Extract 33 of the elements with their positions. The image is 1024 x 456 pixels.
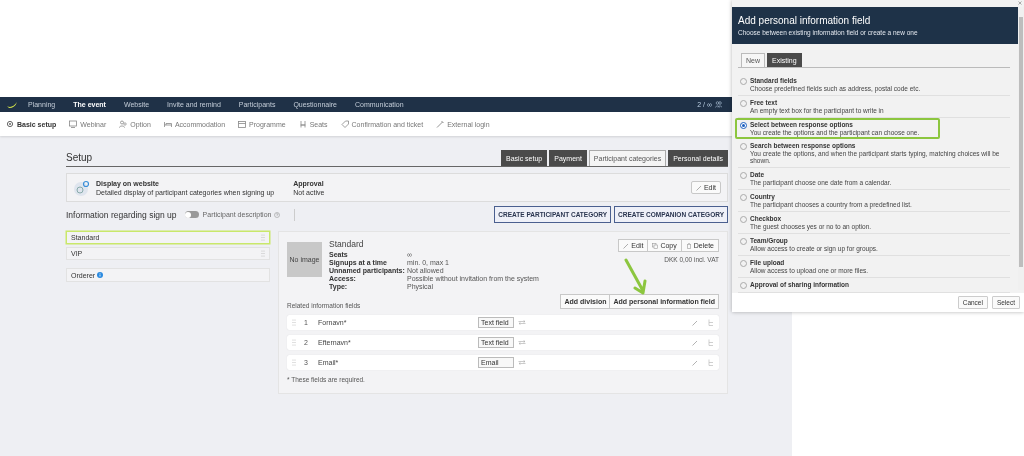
tag-icon [340,120,349,128]
calendar-icon [238,120,247,128]
category-title: Standard [329,239,365,249]
close-icon[interactable] [1018,1,1022,5]
pencil-icon [623,242,630,249]
section-heading: Information regarding sign up [66,209,177,220]
monitor-icon [69,120,78,128]
dialog-title: Add personal information field [738,15,872,26]
pencil-icon[interactable] [692,319,698,326]
swap-icon[interactable] [518,360,526,365]
radio-button[interactable] [740,122,747,129]
people-icon [119,120,128,128]
info-icon [97,272,104,278]
description-toggle[interactable] [184,211,199,218]
gear-icon [6,120,14,128]
pencil-icon [695,184,702,191]
people-icon [715,101,722,108]
tree-icon[interactable] [708,359,714,366]
pen-icon [436,120,445,128]
gears-icon [73,179,91,196]
pencil-icon[interactable] [692,359,698,366]
bed-icon [163,120,172,128]
copy-icon [652,242,659,249]
swap-icon[interactable] [518,340,526,345]
swap-icon[interactable] [518,320,526,325]
help-icon [274,211,281,218]
scrollbar[interactable] [1018,7,1024,290]
trash-icon [685,242,692,249]
tree-icon[interactable] [708,319,714,326]
tree-icon[interactable] [708,339,714,346]
page-title: Setup [66,152,93,165]
pointer-arrow [623,258,649,296]
pencil-icon[interactable] [692,339,698,346]
